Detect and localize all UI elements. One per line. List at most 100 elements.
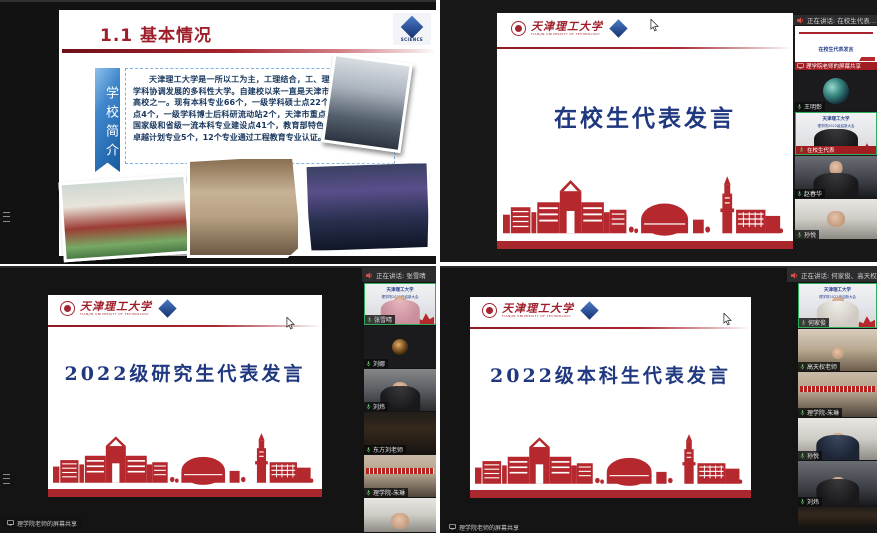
- participant-name-tag: 王明彰: [795, 102, 825, 111]
- mic-icon: [797, 104, 802, 110]
- virtual-bg-line1: 天津理工大学: [365, 288, 435, 295]
- participant-name: 刘炜: [373, 402, 385, 411]
- slide-title: 2022级研究生代表发言: [48, 359, 322, 386]
- video-thumb-active-speaker[interactable]: 天津理工大学 理学院2022级迎新大会 张雪晴: [364, 283, 436, 325]
- participant-name: 高天权老师: [807, 362, 837, 371]
- monitor-icon: [7, 520, 14, 526]
- participant-name-tag: 高天权老师: [798, 362, 840, 371]
- mic-icon: [797, 191, 802, 197]
- university-name-en: TIANJIN UNIVERSITY OF TECHNOLOGY: [502, 315, 574, 318]
- preview-slide-title: 在校生代表发言: [795, 46, 877, 53]
- video-thumb-partial[interactable]: [798, 507, 877, 527]
- university-header: 天津理工大学 TIANJIN UNIVERSITY OF TECHNOLOGY: [511, 21, 625, 36]
- photo-content: [325, 56, 410, 149]
- slide-title: 在校生代表发言: [497, 99, 793, 133]
- monitor-icon: [449, 524, 456, 530]
- mouse-cursor-icon: [723, 313, 732, 326]
- campus-skyline-art: [475, 433, 746, 487]
- mouse-cursor-icon: [286, 317, 295, 330]
- participant-name-tag: 孙悦: [798, 451, 822, 460]
- participant-name: 刘炜: [807, 497, 819, 506]
- science-diamond-icon: [580, 301, 598, 319]
- video-thumb[interactable]: 赵春华: [795, 156, 877, 198]
- video-thumb[interactable]: 理学院-朱琳: [798, 372, 877, 417]
- participant-name: 赵春华: [804, 189, 822, 198]
- video-thumb[interactable]: 刘炜: [364, 369, 436, 411]
- video-thumb[interactable]: 刘炜: [798, 461, 877, 506]
- participant-name-tag: 刘炜: [364, 402, 388, 411]
- screen-share-pill: 理学院老师的屏幕共享: [2, 517, 82, 529]
- video-thumb[interactable]: 刘娜: [364, 326, 436, 368]
- video-thumb[interactable]: 孙悦: [795, 199, 877, 239]
- university-seal-icon: [511, 21, 526, 36]
- now-speaking-bar: 正在讲话: 何家俊、高天权…: [787, 268, 877, 282]
- participant-name: 王明彰: [804, 102, 822, 111]
- mic-icon: [800, 364, 805, 370]
- slide-grad-rep: 天津理工大学 TIANJIN UNIVERSITY OF TECHNOLOGY …: [48, 295, 322, 497]
- participant-name-tag: 刘娜: [364, 359, 388, 368]
- university-seal-icon: [60, 301, 75, 316]
- university-name-en: TIANJIN UNIVERSITY OF TECHNOLOGY: [80, 313, 152, 316]
- video-thumb[interactable]: 高天权老师: [798, 329, 877, 371]
- screen-share-pill: 理学院老师的屏幕共享: [444, 521, 520, 533]
- title-rule: [62, 49, 436, 53]
- university-wordmark: 天津理工大学 TIANJIN UNIVERSITY OF TECHNOLOGY: [531, 21, 603, 36]
- video-thumb[interactable]: 王明彰: [795, 71, 877, 111]
- avatar: [392, 339, 408, 355]
- panel-toggle-icon[interactable]: [3, 212, 10, 222]
- meeting-room-banner: [366, 468, 434, 474]
- participant-name-tag: 理学院-朱琳: [798, 408, 842, 417]
- participant-name: 张雪晴: [374, 315, 392, 324]
- participant-name: 何家俊: [808, 318, 826, 327]
- video-thumb-partial[interactable]: [364, 498, 436, 532]
- science-college-logo: SCIENCE: [393, 13, 431, 45]
- video-thumb[interactable]: 理学院-朱琳: [364, 455, 436, 497]
- now-speaking-text: 正在讲话: 张雪晴: [376, 270, 426, 280]
- participant-name: 孙悦: [807, 451, 819, 460]
- participant-name-tag: 东方刘老师: [364, 445, 406, 454]
- mic-icon: [800, 499, 805, 505]
- video-thumb[interactable]: 东方刘老师: [364, 412, 436, 454]
- header-rule: [470, 327, 751, 329]
- virtual-bg-line1: 天津理工大学: [799, 288, 876, 295]
- university-name-en: TIANJIN UNIVERSITY OF TECHNOLOGY: [531, 33, 603, 36]
- slide-section-title: 1.1 基本情况: [100, 21, 212, 46]
- participant-sidebar: 在校生代表发言 理学院老师的屏幕共享 王明彰 天津理工大学 理学院2022级迎新…: [795, 26, 877, 239]
- participant-face: [827, 211, 845, 227]
- header-rule: [497, 47, 793, 49]
- mic-icon: [366, 361, 371, 367]
- participant-silhouette: [816, 479, 859, 506]
- participant-name: 理学院-朱琳: [807, 408, 839, 417]
- participant-sidebar: 天津理工大学 理学院2022级迎新大会 何家俊 高天权老师 理学院-朱琳: [798, 283, 877, 527]
- participant-name-tag: 张雪晴: [365, 315, 395, 324]
- participant-name-tag: 孙悦: [795, 230, 819, 239]
- video-thumb[interactable]: 孙悦: [798, 418, 877, 460]
- virtual-bg-text: 天津理工大学 理学院2022级迎新大会: [796, 117, 876, 129]
- participant-name-tag: 理学院-朱琳: [364, 488, 408, 497]
- mic-icon: [797, 232, 802, 238]
- virtual-bg-skyline: [857, 315, 875, 327]
- mic-icon: [798, 147, 805, 153]
- mic-icon: [800, 453, 805, 459]
- participant-name: 孙悦: [804, 230, 816, 239]
- participant-name-tag: 赵春华: [795, 189, 825, 198]
- slide-title: 2022级本科生代表发言: [470, 361, 751, 388]
- participant-name: 理学院-朱琳: [373, 488, 405, 497]
- mic-icon: [801, 320, 806, 326]
- video-thumb-active-speaker[interactable]: 天津理工大学 理学院2022级迎新大会 何家俊: [798, 283, 877, 328]
- avatar: [823, 78, 849, 104]
- screenshot-student-rep: 天津理工大学 TIANJIN UNIVERSITY OF TECHNOLOGY …: [440, 0, 877, 262]
- science-diamond-icon: [609, 19, 627, 37]
- participant-name: 东方刘老师: [373, 445, 403, 454]
- participant-name-tag: 何家俊: [799, 318, 829, 327]
- video-thumb-active-speaker[interactable]: 天津理工大学 理学院2022级迎新大会 在校生代表: [795, 112, 877, 155]
- slide-footer-bar: [470, 490, 751, 498]
- speaker-icon: [797, 17, 804, 24]
- mic-icon: [366, 404, 371, 410]
- participant-name: 在校生代表: [807, 146, 835, 154]
- screenshot-grad-rep: 天津理工大学 TIANJIN UNIVERSITY OF TECHNOLOGY …: [0, 266, 436, 533]
- mic-icon: [366, 490, 371, 496]
- video-thumb-screen-share-preview[interactable]: 在校生代表发言 理学院老师的屏幕共享: [795, 26, 877, 70]
- header-rule: [48, 325, 322, 327]
- panel-toggle-icon[interactable]: [3, 474, 10, 484]
